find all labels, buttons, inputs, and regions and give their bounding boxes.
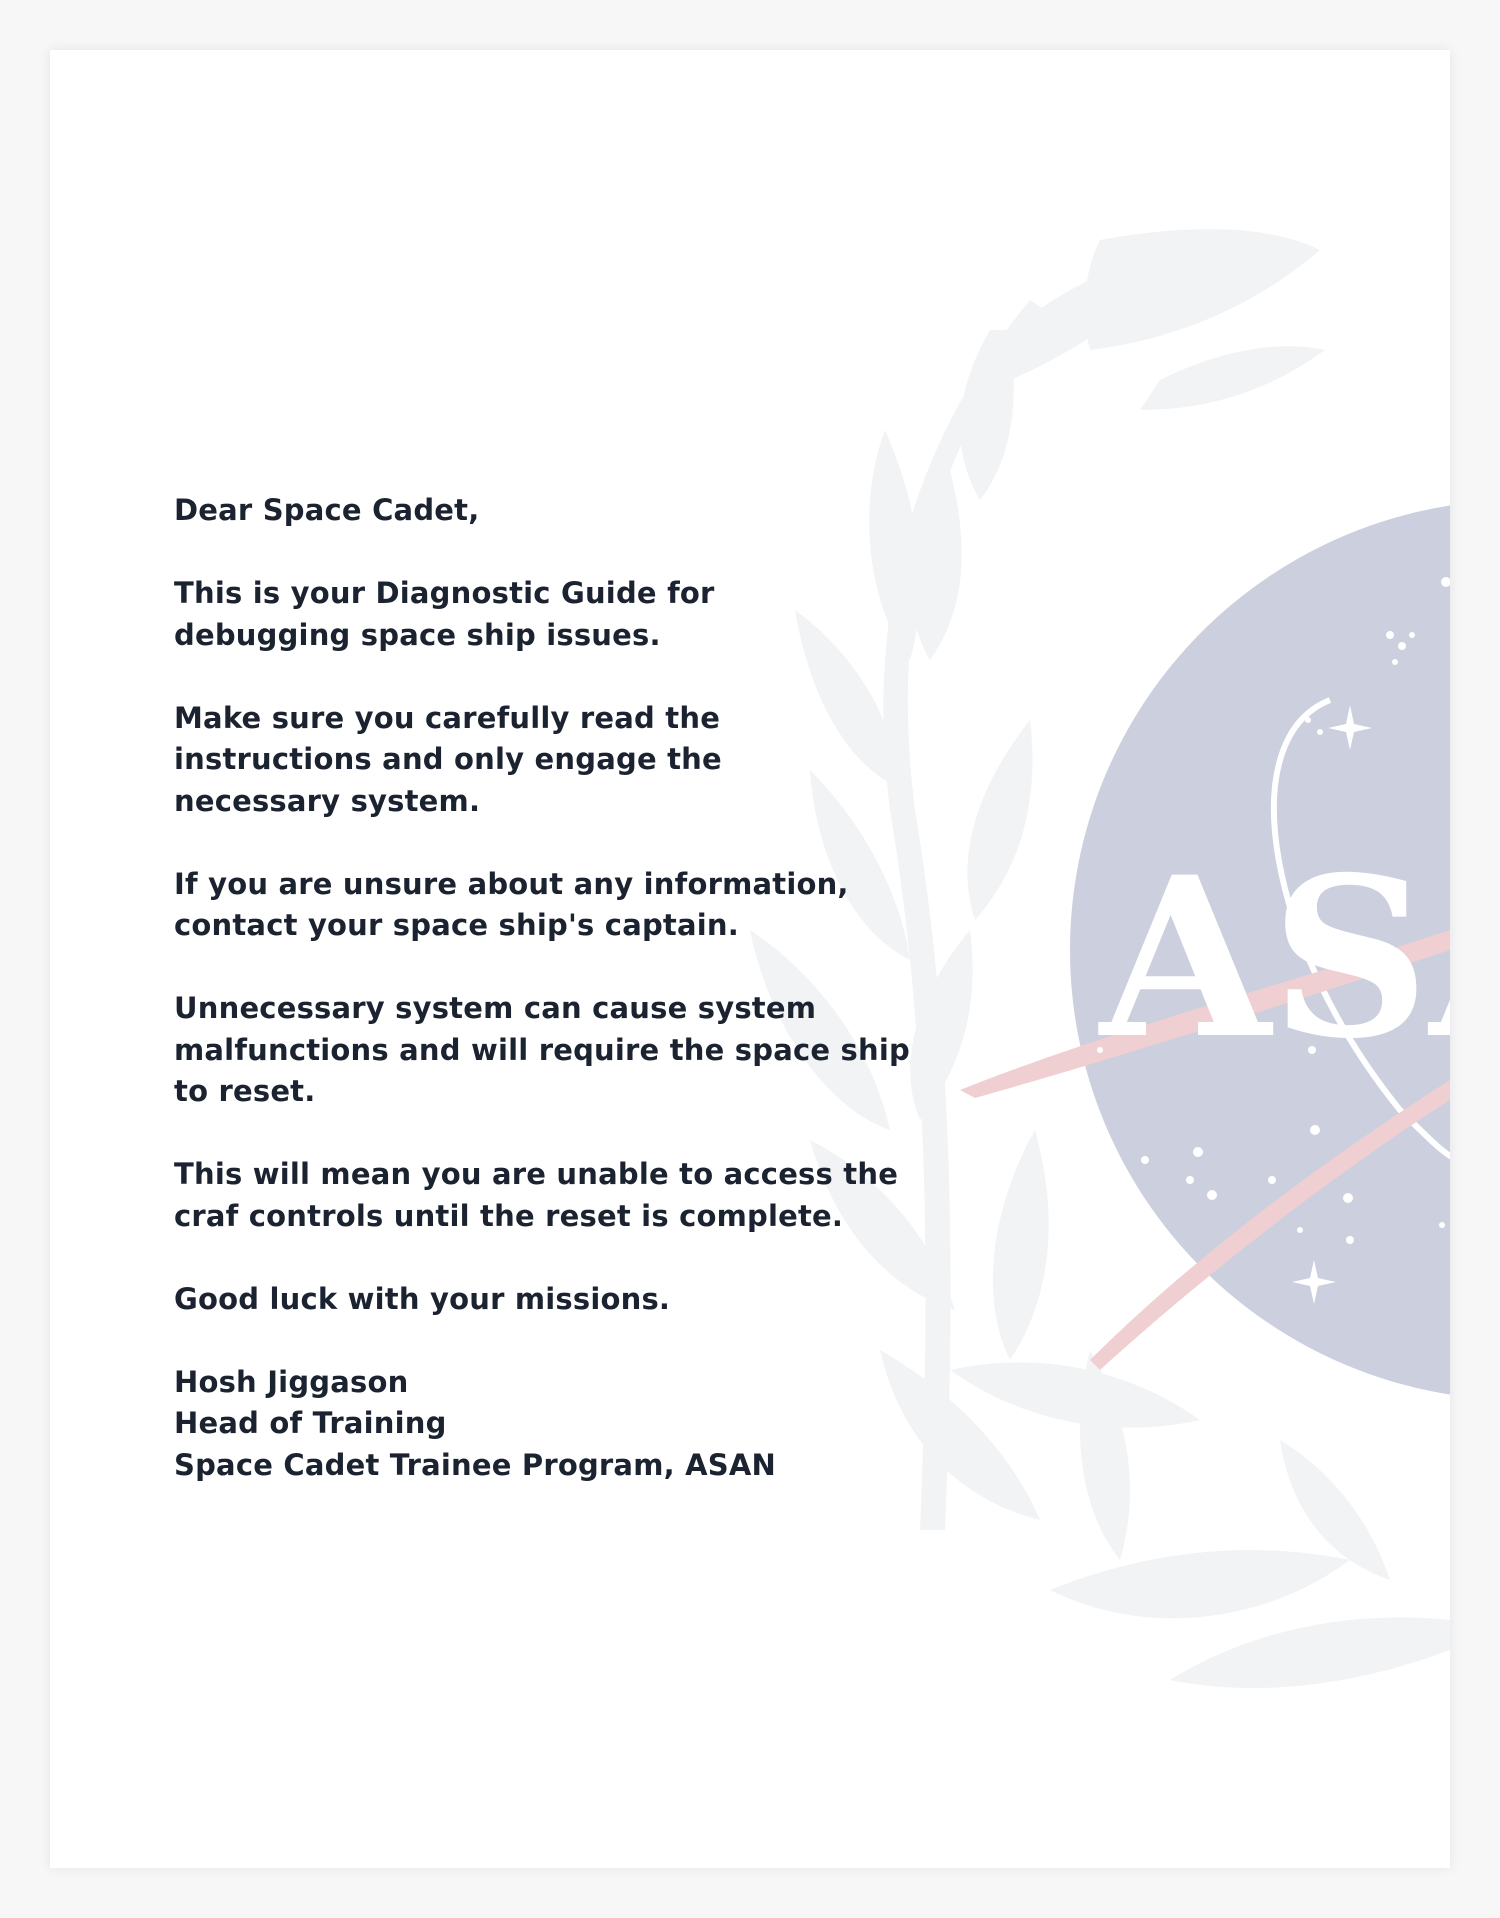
paragraph-closing: Good luck with your missions. — [174, 1281, 671, 1316]
paragraph-warning: Unnecessary system can cause system malf… — [174, 991, 910, 1108]
paragraph-contact: If you are unsure about any information,… — [174, 866, 849, 943]
agency-logo-lettering: ASAN — [1098, 828, 1450, 1087]
paragraph-intro: This is your Diagnostic Guide for debugg… — [174, 576, 715, 652]
paragraph-instructions: Make sure you carefully read the instruc… — [174, 700, 722, 818]
signature-role: Head of Training — [174, 1406, 447, 1440]
letter-body: Dear Space Cadet, This is your Diagnosti… — [174, 490, 994, 1486]
signature-organization: Space Cadet Trainee Program, ASAN — [174, 1447, 776, 1482]
signature-name: Hosh Jiggason — [174, 1364, 409, 1399]
letter-page: ASAN Dear Space Cadet, This — [50, 50, 1450, 1868]
salutation: Dear Space Cadet, — [174, 493, 480, 527]
signature-block: Hosh Jiggason Head of Training Space Cadet… — [174, 1362, 994, 1487]
paragraph-reset: This will mean you are unable to access … — [174, 1157, 899, 1233]
